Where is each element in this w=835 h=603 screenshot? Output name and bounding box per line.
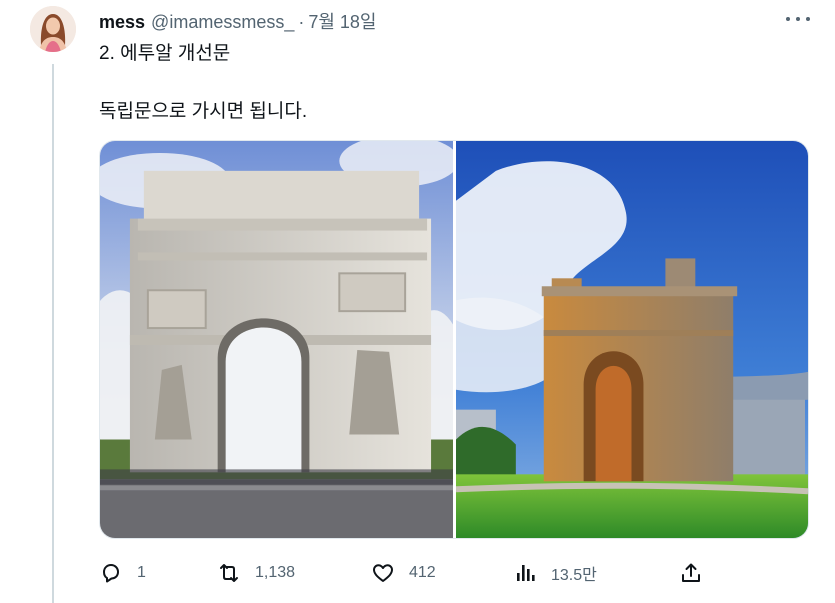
share-icon [682,563,700,582]
avatar[interactable] [30,6,76,52]
more-dot [806,17,810,21]
arc-de-triomphe-photo[interactable] [100,141,453,538]
retweet-count: 1,138 [255,564,296,581]
reply-icon [103,564,119,583]
author-name[interactable]: mess [99,12,145,33]
like-count: 412 [409,564,436,581]
retweet-button[interactable]: 1,138 [217,558,295,588]
thread-line [52,64,54,603]
tweet-timestamp[interactable]: 7월 18일 [308,8,376,34]
reply-count: 1 [137,564,146,581]
tweet-text-line-2: 독립문으로 가시면 됩니다. [99,101,308,122]
heart-icon [373,564,393,582]
views-button[interactable]: 13.5만 [513,558,597,588]
reply-button[interactable]: 1 [99,558,146,588]
more-options-icon[interactable] [786,10,810,28]
tweet-text-line-1: 2. 에투알 개선문 [99,43,231,64]
analytics-icon [517,565,535,581]
tweet-header: mess @imamessmess_ · 7월 18일 [99,8,377,33]
more-dot [796,17,800,21]
author-handle[interactable]: @imamessmess_ [151,12,294,33]
tweet-media [99,140,809,539]
independence-gate-photo[interactable] [455,141,808,538]
like-button[interactable]: 412 [371,558,436,588]
tweet-actions: 1 1,138 412 13.5만 [99,558,719,588]
header-separator: · [298,12,305,32]
share-button[interactable] [679,558,703,588]
views-count: 13.5만 [551,567,597,584]
retweet-icon [220,564,238,582]
more-dot [786,17,790,21]
